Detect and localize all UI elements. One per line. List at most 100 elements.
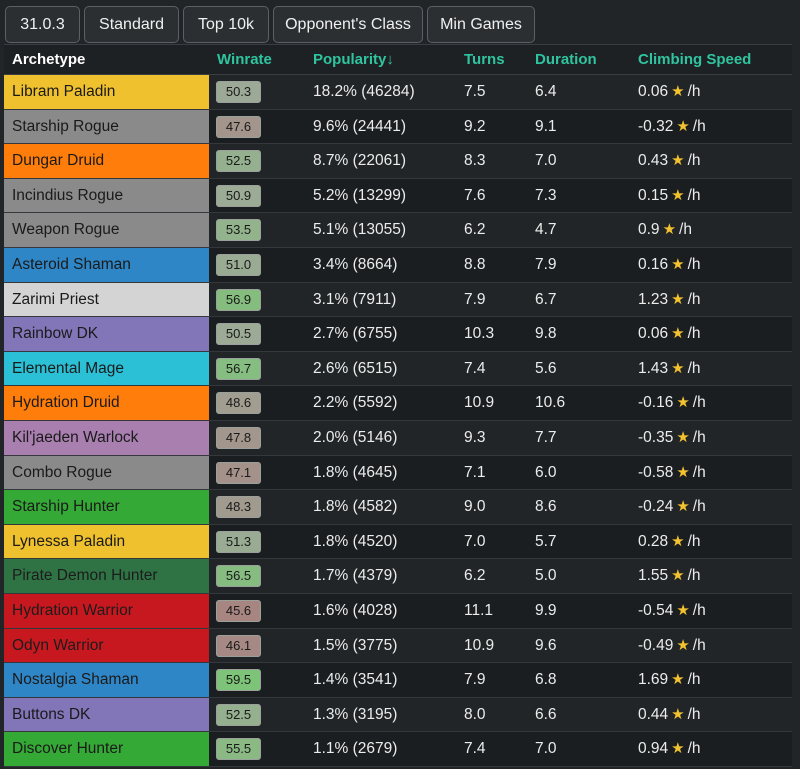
table-header: Archetype Winrate Popularity↓ Turns Dura… (4, 45, 792, 75)
star-icon: ★ (671, 83, 685, 100)
climbing-speed-cell: 0.44 ★/h (638, 698, 701, 732)
turns-cell: 9.3 (464, 428, 486, 446)
climbing-speed-value: 0.94 (638, 740, 669, 758)
winrate-badge: 51.3 (216, 530, 261, 553)
archetype-name[interactable]: Zarimi Priest (4, 282, 209, 317)
popularity-cell: 1.4% (3541) (313, 671, 398, 689)
archetype-name[interactable]: Elemental Mage (4, 351, 209, 386)
popularity-cell: 8.7% (22061) (313, 152, 407, 170)
climbing-speed-value: 0.28 (638, 532, 669, 550)
table-row[interactable]: Starship Hunter 48.3 1.8% (4582) 9.0 8.6 -0.2… (4, 490, 792, 525)
turns-cell: 9.2 (464, 117, 486, 135)
archetype-name[interactable]: Rainbow DK (4, 317, 209, 351)
winrate-badge: 45.6 (216, 599, 261, 622)
winrate-badge: 59.5 (216, 669, 261, 692)
archetype-name[interactable]: Dungar Druid (4, 144, 209, 178)
table-row[interactable]: Buttons DK 52.5 1.3% (3195) 8.0 6.6 0.44 ★/h (4, 697, 792, 733)
table-row[interactable]: Dungar Druid 52.5 8.7% (22061) 8.3 7.0 0.43 ★ /… (4, 144, 792, 179)
duration-cell: 9.8 (535, 325, 557, 343)
climbing-speed-unit: /h (692, 498, 706, 516)
table-row[interactable]: Nostalgia Shaman 59.5 1.4% (3541) 7.9 6.8 1.6… (4, 663, 792, 698)
archetype-name[interactable]: Libram Paladin (4, 75, 209, 109)
star-icon: ★ (671, 359, 685, 377)
climbing-speed-cell: 0.16 ★/h (638, 248, 701, 282)
archetype-name[interactable]: Odyn Warrior (4, 628, 209, 663)
popularity-cell: 1.8% (4520) (313, 532, 398, 550)
rank-filter-button[interactable]: Top 10k (183, 6, 269, 43)
climbing-speed-cell: -0.32 ★/h (638, 110, 706, 144)
archetype-name[interactable]: Asteroid Shaman (4, 247, 209, 282)
archetype-name[interactable]: Hydration Warrior (4, 593, 209, 628)
duration-cell: 8.6 (535, 498, 557, 516)
climbing-speed-value: 0.06 (638, 83, 669, 100)
climbing-speed-column-header[interactable]: Climbing Speed (638, 45, 751, 75)
turns-cell: 7.9 (464, 290, 486, 308)
table-row[interactable]: Incindius Rogue 50.9 5.2% (13299) 7.6 7.3 0.1… (4, 178, 792, 214)
archetype-column-header[interactable]: Archetype (12, 45, 85, 75)
winrate-badge: 56.5 (216, 565, 261, 588)
turns-cell: 11.1 (464, 601, 494, 619)
archetype-name[interactable]: Discover Hunter (4, 732, 209, 766)
climbing-speed-value: 0.44 (638, 705, 669, 723)
table-row[interactable]: Starship Rogue 47.6 9.6% (24441) 9.2 9.1 -0.3… (4, 109, 792, 145)
archetype-name[interactable]: Starship Hunter (4, 490, 209, 524)
climbing-speed-cell: 1.69 ★/h (638, 663, 701, 697)
star-icon: ★ (671, 671, 685, 689)
min-games-filter-button[interactable]: Min Games (427, 6, 535, 43)
climbing-speed-value: -0.58 (638, 463, 674, 481)
table-row[interactable]: Elemental Mage 56.7 2.6% (6515) 7.4 5.6 1.43 ★… (4, 351, 792, 387)
winrate-badge: 52.5 (216, 150, 261, 173)
climbing-speed-unit: /h (687, 255, 701, 273)
table-row[interactable]: Odyn Warrior 46.1 1.5% (3775) 10.9 9.6 -0.49 ★… (4, 628, 792, 664)
duration-cell: 10.6 (535, 394, 566, 412)
winrate-badge: 56.7 (216, 357, 261, 380)
climbing-speed-value: 0.06 (638, 325, 669, 343)
popularity-cell: 2.2% (5592) (313, 394, 398, 412)
table-row[interactable]: Hydration Druid 48.6 2.2% (5592) 10.9 10.6 -0… (4, 386, 792, 421)
popularity-cell: 1.1% (2679) (313, 740, 398, 758)
archetype-name[interactable]: Buttons DK (4, 697, 209, 732)
climbing-speed-unit: /h (687, 567, 701, 585)
climbing-speed-cell: -0.35 ★/h (638, 421, 706, 455)
table-body: Libram Paladin 50.3 18.2% (46284) 7.5 6.4 0.0… (4, 75, 792, 767)
archetype-name[interactable]: Pirate Demon Hunter (4, 559, 209, 593)
table-row[interactable]: Kil'jaeden Warlock 47.8 2.0% (5146) 9.3 7.7 -… (4, 420, 792, 456)
duration-cell: 9.9 (535, 601, 557, 619)
archetype-name[interactable]: Nostalgia Shaman (4, 663, 209, 697)
archetype-name[interactable]: Combo Rogue (4, 455, 209, 490)
table-row[interactable]: Hydration Warrior 45.6 1.6% (4028) 11.1 9.9 -… (4, 593, 792, 629)
climbing-speed-value: -0.32 (638, 117, 674, 135)
archetype-name[interactable]: Weapon Rogue (4, 213, 209, 247)
popularity-column-header[interactable]: Popularity↓ (313, 45, 394, 75)
climbing-speed-cell: 0.15 ★/h (638, 179, 701, 213)
opponent-class-filter-button[interactable]: Opponent's Class (273, 6, 423, 43)
duration-column-header[interactable]: Duration (535, 45, 597, 75)
archetype-name[interactable]: Starship Rogue (4, 109, 209, 144)
duration-cell: 7.9 (535, 255, 557, 273)
table-row[interactable]: Weapon Rogue 53.5 5.1% (13055) 6.2 4.7 0.9 ★/h (4, 213, 792, 248)
archetype-name[interactable]: Incindius Rogue (4, 178, 209, 213)
archetype-name[interactable]: Kil'jaeden Warlock (4, 420, 209, 455)
archetype-name[interactable]: Hydration Druid (4, 386, 209, 420)
turns-column-header[interactable]: Turns (464, 45, 505, 75)
climbing-speed-unit: /h (687, 83, 701, 100)
format-filter-button[interactable]: Standard (84, 6, 179, 43)
table-row[interactable]: Zarimi Priest 56.9 3.1% (7911) 7.9 6.7 1.23 ★ /… (4, 282, 792, 318)
archetype-name[interactable]: Lynessa Paladin (4, 524, 209, 559)
patch-filter-button[interactable]: 31.0.3 (5, 6, 80, 43)
table-row[interactable]: Asteroid Shaman 51.0 3.4% (8664) 8.8 7.9 0.16… (4, 247, 792, 283)
table-row[interactable]: Libram Paladin 50.3 18.2% (46284) 7.5 6.4 0.0… (4, 75, 792, 110)
table-row[interactable]: Combo Rogue 47.1 1.8% (4645) 7.1 6.0 -0.58 ★/h (4, 455, 792, 491)
table-row[interactable]: Discover Hunter 55.5 1.1% (2679) 7.4 7.0 0.94… (4, 732, 792, 767)
winrate-badge: 47.1 (216, 461, 261, 484)
climbing-speed-cell: 1.55 ★/h (638, 559, 701, 593)
climbing-speed-value: 0.9 (638, 221, 660, 239)
winrate-column-header[interactable]: Winrate (217, 45, 272, 75)
climbing-speed-unit: /h (687, 532, 701, 550)
table-row[interactable]: Rainbow DK 50.5 2.7% (6755) 10.3 9.8 0.06 ★/h (4, 317, 792, 352)
climbing-speed-cell: 0.9 ★/h (638, 213, 692, 247)
star-icon: ★ (671, 740, 685, 758)
popularity-cell: 1.7% (4379) (313, 567, 398, 585)
table-row[interactable]: Pirate Demon Hunter 56.5 1.7% (4379) 6.2 5.0… (4, 559, 792, 594)
table-row[interactable]: Lynessa Paladin 51.3 1.8% (4520) 7.0 5.7 0.28… (4, 524, 792, 560)
